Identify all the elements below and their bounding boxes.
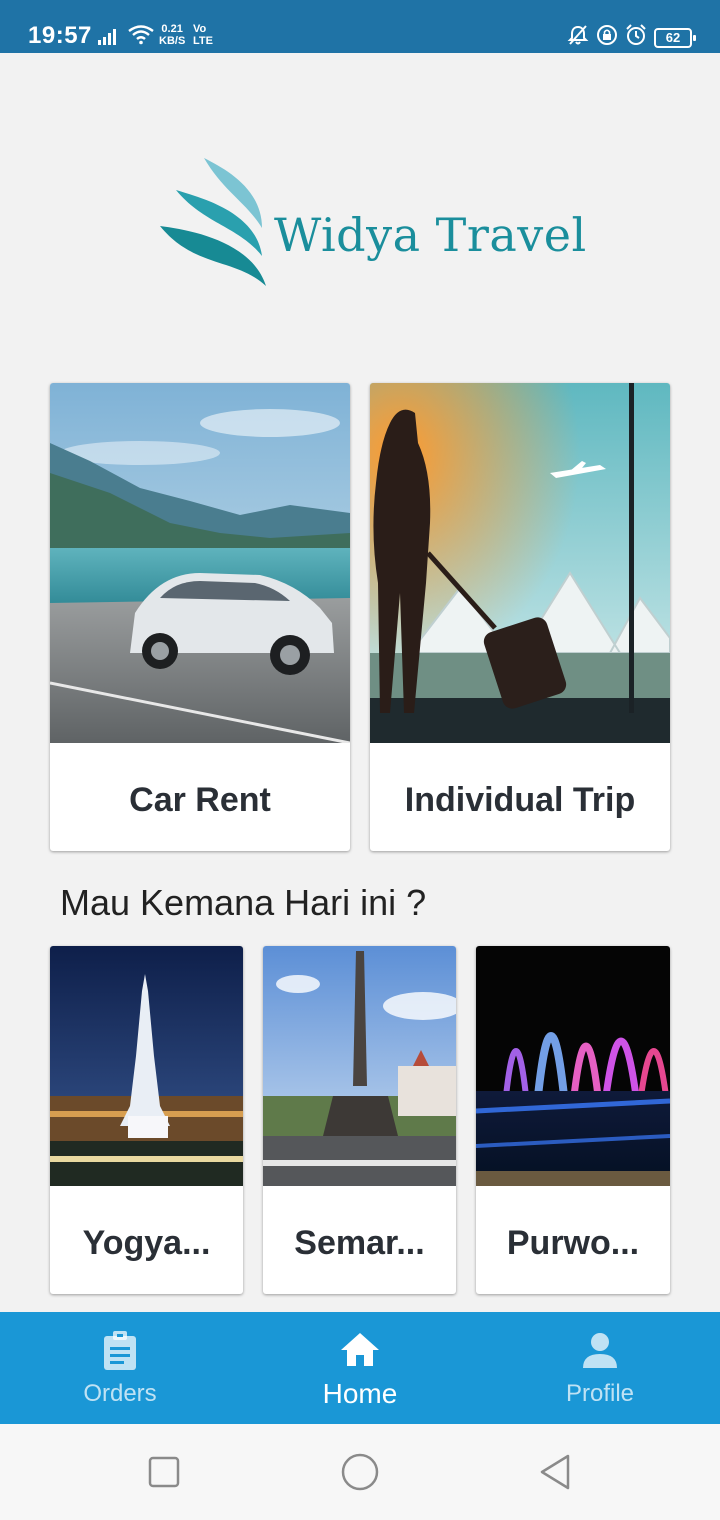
clipboard-icon <box>104 1331 136 1370</box>
destination-card-yogya[interactable]: Yogya... <box>50 946 243 1294</box>
individual-trip-card[interactable]: Individual Trip <box>370 383 670 851</box>
purwokerto-image <box>476 946 670 1186</box>
nav-home-label: Home <box>322 1378 398 1409</box>
volte-indicator: Vo LTE <box>193 23 213 47</box>
nav-orders[interactable]: Orders <box>0 1312 240 1424</box>
speed-value: 0.21 <box>161 23 183 35</box>
home-icon <box>341 1333 379 1366</box>
status-right-icons: 62 <box>567 24 696 51</box>
system-navigation-bar <box>0 1424 720 1520</box>
back-triangle-icon[interactable] <box>536 1452 576 1492</box>
home-circle-icon[interactable] <box>340 1452 380 1492</box>
recents-square-icon[interactable] <box>144 1452 184 1492</box>
mute-icon <box>567 24 589 51</box>
car-rent-label: Car Rent <box>129 781 271 819</box>
car-rent-image <box>50 383 350 743</box>
app-logo: Widya Travel <box>158 150 586 300</box>
battery-icon: 62 <box>654 27 696 48</box>
volte-top: Vo <box>193 23 207 35</box>
destination-card-semarang[interactable]: Semar... <box>263 946 456 1294</box>
nav-home[interactable]: Home <box>240 1312 480 1424</box>
yogya-image <box>50 946 243 1186</box>
yogya-label: Yogya... <box>82 1224 211 1262</box>
status-bar: 19:57 0.21 KB/S Vo LTE 62 <box>0 0 720 53</box>
lock-rotation-icon <box>596 24 618 51</box>
logo-text: Widya Travel <box>274 208 587 262</box>
destination-card-purwokerto[interactable]: Purwo... <box>476 946 670 1294</box>
nav-profile[interactable]: Profile <box>480 1312 720 1424</box>
section-title: Mau Kemana Hari ini ? <box>60 882 427 923</box>
nav-orders-label: Orders <box>83 1380 157 1407</box>
alarm-icon <box>625 24 647 51</box>
logo-wing-icon <box>160 158 266 286</box>
car-rent-card[interactable]: Car Rent <box>50 383 350 851</box>
individual-trip-label: Individual Trip <box>404 781 636 819</box>
signal-icon <box>98 28 122 51</box>
wifi-icon <box>128 25 154 50</box>
individual-trip-image <box>370 383 670 743</box>
person-icon <box>583 1333 617 1368</box>
semarang-image <box>263 946 456 1186</box>
speed-unit: KB/S <box>159 35 186 47</box>
volte-bottom: LTE <box>193 35 213 47</box>
nav-profile-label: Profile <box>565 1380 635 1407</box>
status-time: 19:57 <box>28 22 92 49</box>
semarang-label: Semar... <box>294 1224 425 1262</box>
bottom-navigation: Orders Home Profile <box>0 1312 720 1424</box>
network-speed: 0.21 KB/S <box>159 23 185 47</box>
purwokerto-label: Purwo... <box>506 1224 640 1262</box>
